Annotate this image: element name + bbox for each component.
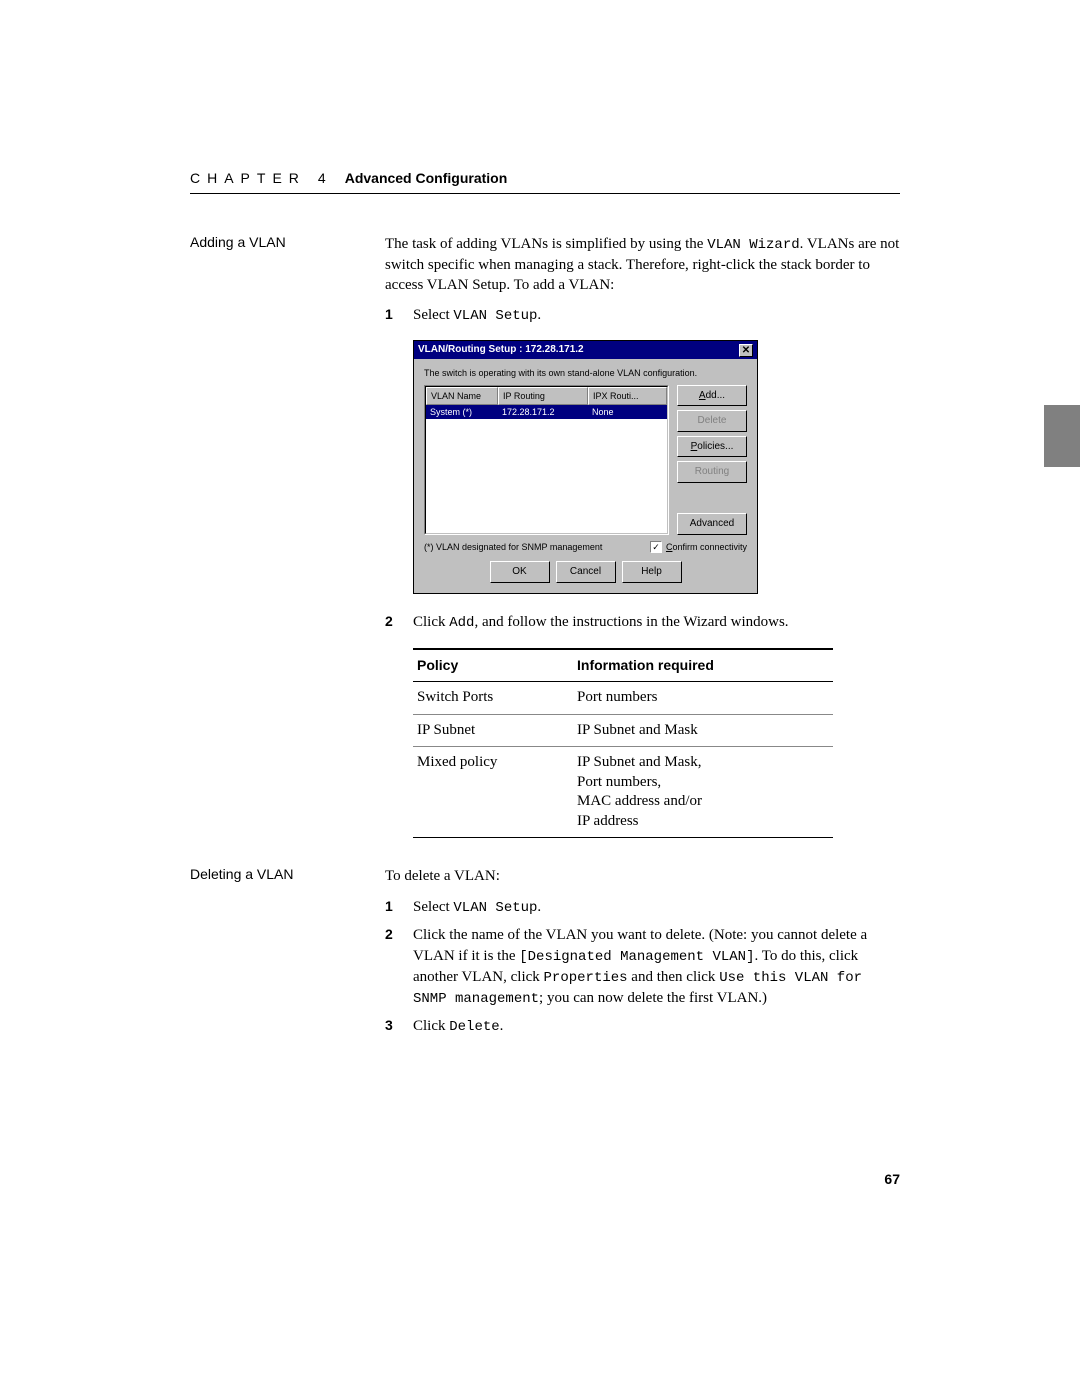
- cell-ipx: None: [588, 405, 667, 419]
- help-button[interactable]: Help: [622, 561, 682, 583]
- add-button[interactable]: Add...: [677, 385, 747, 407]
- footnote: (*) VLAN designated for SNMP management: [424, 541, 636, 553]
- routing-button: Routing: [677, 461, 747, 483]
- m2: Properties: [544, 970, 628, 986]
- t: Click: [413, 614, 449, 630]
- del-step-1: 1 Select VLAN Setup.: [385, 897, 900, 918]
- step-num: 3: [385, 1016, 413, 1037]
- checkbox-icon[interactable]: ✓: [650, 541, 662, 553]
- col-vlan-name: VLAN Name: [426, 387, 498, 405]
- t: dd...: [706, 390, 725, 401]
- chapter-label: CHAPTER: [190, 170, 306, 186]
- col-ipx-routing: IPX Routi...: [588, 387, 667, 405]
- cancel-button[interactable]: Cancel: [556, 561, 616, 583]
- step-num: 1: [385, 305, 413, 326]
- t2: , and follow the instructions in the Wiz…: [474, 614, 788, 630]
- del-step-2: 2 Click the name of the VLAN you want to…: [385, 925, 900, 1008]
- table-header-row: Policy Information required: [413, 649, 833, 681]
- step-text: Click Delete.: [413, 1016, 900, 1037]
- th-policy: Policy: [413, 649, 573, 681]
- cell: Mixed policy: [413, 747, 573, 838]
- dialog-bottom-buttons: OK Cancel Help: [424, 561, 747, 583]
- dialog-titlebar: VLAN/Routing Setup : 172.28.171.2 ✕: [414, 341, 757, 359]
- table-row: IP Subnet IP Subnet and Mask: [413, 714, 833, 747]
- cell: Switch Ports: [413, 682, 573, 715]
- policies-button[interactable]: Policies...: [677, 436, 747, 458]
- dialog-main: VLAN Name IP Routing IPX Routi... System…: [424, 385, 747, 535]
- t4: ; you can now delete the first VLAN.): [539, 990, 767, 1006]
- t2: .: [537, 899, 541, 915]
- th-info: Information required: [573, 649, 833, 681]
- table-row: Mixed policy IP Subnet and Mask, Port nu…: [413, 747, 833, 838]
- close-icon[interactable]: ✕: [739, 344, 753, 357]
- intro-text-1: The task of adding VLANs is simplified b…: [385, 236, 707, 252]
- cell: IP Subnet: [413, 714, 573, 747]
- col-ip-routing: IP Routing: [498, 387, 588, 405]
- t3: and then click: [628, 969, 720, 985]
- table-row: Switch Ports Port numbers: [413, 682, 833, 715]
- step-text: Click Add, and follow the instructions i…: [413, 612, 900, 633]
- step-text: Click the name of the VLAN you want to d…: [413, 925, 900, 1008]
- dialog-message: The switch is operating with its own sta…: [424, 367, 747, 379]
- section-deleting-vlan: Deleting a VLAN To delete a VLAN: 1 Sele…: [190, 866, 900, 1045]
- vlan-list[interactable]: VLAN Name IP Routing IPX Routi... System…: [424, 385, 669, 535]
- advanced-button[interactable]: Advanced: [677, 513, 747, 535]
- intro-paragraph: The task of adding VLANs is simplified b…: [385, 234, 900, 295]
- cell: IP Subnet and Mask, Port numbers, MAC ad…: [573, 747, 833, 838]
- add-step-1: 1 Select VLAN Setup.: [385, 305, 900, 326]
- thumb-tab: [1044, 405, 1080, 467]
- body-adding: The task of adding VLANs is simplified b…: [385, 234, 900, 858]
- dialog-footer: (*) VLAN designated for SNMP management …: [424, 541, 747, 553]
- delete-button: Delete: [677, 410, 747, 432]
- body-deleting: To delete a VLAN: 1 Select VLAN Setup. 2…: [385, 866, 900, 1045]
- m: VLAN Setup: [453, 900, 537, 916]
- del-intro: To delete a VLAN:: [385, 866, 900, 886]
- chapter-title: Advanced Configuration: [345, 170, 508, 186]
- t: Click: [413, 1018, 449, 1034]
- vlan-setup-dialog: VLAN/Routing Setup : 172.28.171.2 ✕ The …: [413, 340, 758, 593]
- intro-mono: VLAN Wizard: [707, 237, 799, 253]
- del-step-3: 3 Click Delete.: [385, 1016, 900, 1037]
- step-num: 2: [385, 612, 413, 633]
- side-label-deleting: Deleting a VLAN: [190, 866, 385, 1045]
- section-adding-vlan: Adding a VLAN The task of adding VLANs i…: [190, 234, 900, 858]
- checkbox-label: Confirm connectivity: [666, 541, 747, 553]
- list-row-selected[interactable]: System (*) 172.28.171.2 None: [426, 405, 667, 419]
- cell-name: System (*): [426, 405, 498, 419]
- page-number: 67: [884, 1171, 900, 1187]
- dialog-body: The switch is operating with its own sta…: [414, 359, 757, 593]
- ok-button[interactable]: OK: [490, 561, 550, 583]
- dialog-title-text: VLAN/Routing Setup : 172.28.171.2: [418, 343, 584, 357]
- step-num: 1: [385, 897, 413, 918]
- cell: IP Subnet and Mask: [573, 714, 833, 747]
- confirm-checkbox-row[interactable]: ✓ Confirm connectivity: [650, 541, 747, 553]
- m: Delete: [449, 1019, 499, 1035]
- policy-table: Policy Information required Switch Ports…: [413, 648, 833, 838]
- dialog-side-buttons: Add... Delete Policies... Routing Advanc…: [677, 385, 747, 535]
- cell-ip: 172.28.171.2: [498, 405, 588, 419]
- t2: .: [500, 1018, 504, 1034]
- m: Add: [449, 615, 474, 631]
- chapter-number: 4: [318, 170, 333, 186]
- step-num: 2: [385, 925, 413, 1008]
- t: Select: [413, 307, 453, 323]
- t2: .: [537, 307, 541, 323]
- m1: [Designated Management VLAN]: [519, 949, 754, 965]
- cell: Port numbers: [573, 682, 833, 715]
- step-text: Select VLAN Setup.: [413, 897, 900, 918]
- step-text: Select VLAN Setup.: [413, 305, 900, 326]
- side-label-adding: Adding a VLAN: [190, 234, 385, 858]
- page-header: CHAPTER 4 Advanced Configuration: [190, 170, 900, 194]
- m: VLAN Setup: [453, 308, 537, 324]
- t: Select: [413, 899, 453, 915]
- list-header: VLAN Name IP Routing IPX Routi...: [426, 387, 667, 405]
- add-step-2: 2 Click Add, and follow the instructions…: [385, 612, 900, 633]
